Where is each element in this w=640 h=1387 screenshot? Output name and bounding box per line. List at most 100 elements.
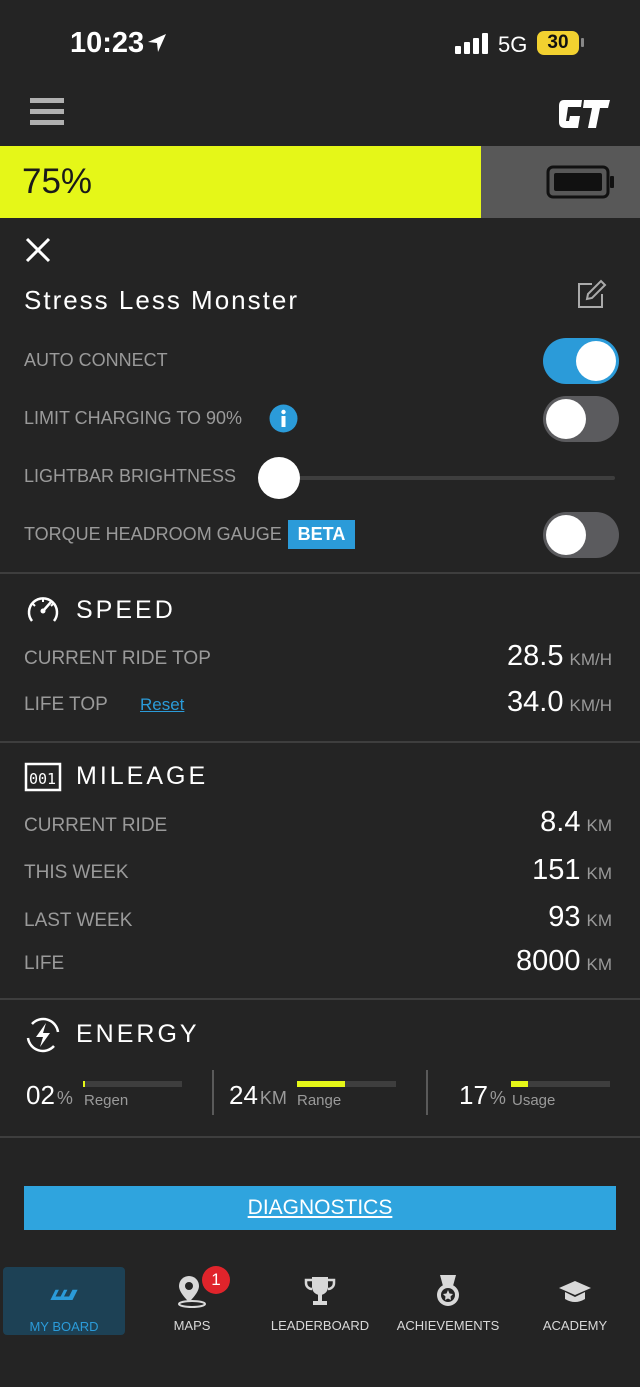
life-top-value: 34.0 KM/H <box>507 686 612 719</box>
life-value: 8000 KM <box>516 945 612 978</box>
auto-connect-label: AUTO CONNECT <box>24 350 168 370</box>
range-bar <box>297 1081 396 1087</box>
usage-bar <box>511 1081 610 1087</box>
diagnostics-button[interactable]: DIAGNOSTICS <box>24 1186 616 1230</box>
last-week-unit: KM <box>586 911 613 930</box>
last-week-number: 93 <box>548 901 581 933</box>
tab-label: ACADEMY <box>542 1318 608 1333</box>
this-week-number: 151 <box>532 854 581 886</box>
tab-academy[interactable]: ACADEMY <box>513 1262 637 1334</box>
signal-icon <box>455 32 489 54</box>
regen-label: Regen <box>84 1092 129 1109</box>
svg-text:001: 001 <box>29 770 56 788</box>
torque-headroom-toggle[interactable] <box>543 512 619 558</box>
lightbar-brightness-track[interactable] <box>279 476 615 480</box>
energy-separator <box>426 1070 428 1115</box>
regen-bar <box>83 1081 182 1087</box>
life-number: 8000 <box>515 945 581 977</box>
current-ride-number: 8.4 <box>540 806 581 838</box>
maps-notification-badge: 1 <box>202 1266 230 1294</box>
life-top-label: LIFE TOP <box>24 694 108 715</box>
regen-unit: % <box>56 1088 73 1108</box>
last-week-label: LAST WEEK <box>24 910 133 931</box>
tab-maps[interactable]: MAPS <box>130 1262 254 1334</box>
regen-bar-fill <box>83 1081 85 1087</box>
energy-bolt-icon <box>26 1017 60 1053</box>
this-week-label: THIS WEEK <box>24 862 129 883</box>
odometer-icon: 001 <box>24 762 62 792</box>
lightbar-brightness-label: LIGHTBAR BRIGHTNESS <box>24 466 237 486</box>
top-nav <box>0 90 640 146</box>
tab-label: ACHIEVEMENTS <box>396 1318 500 1333</box>
trophy-icon <box>304 1277 336 1305</box>
divider <box>0 741 640 743</box>
this-week-unit: KM <box>586 864 613 883</box>
bottom-tab-bar: MY BOARD MAPS LEADERBOARD ACHIEVEMENTS A… <box>0 1262 640 1335</box>
auto-connect-toggle[interactable] <box>543 338 619 384</box>
regen-number: 02 <box>26 1080 55 1110</box>
usage-number: 17 <box>459 1080 488 1110</box>
range-value: 24 KM <box>229 1080 287 1111</box>
board-icon <box>50 1289 78 1300</box>
current-ride-top-label: CURRENT RIDE TOP <box>24 648 211 669</box>
life-top-unit: KM/H <box>569 696 613 715</box>
reset-link[interactable]: Reset <box>140 695 184 715</box>
life-unit: KM <box>586 955 613 974</box>
mileage-title: MILEAGE <box>76 762 209 790</box>
tab-label: LEADERBOARD <box>270 1318 370 1333</box>
status-time: 10:23 <box>70 27 145 59</box>
current-ride-label: CURRENT RIDE <box>24 815 168 836</box>
current-ride-top-unit: KM/H <box>569 650 613 669</box>
life-label: LIFE <box>24 953 65 974</box>
menu-icon[interactable] <box>30 98 64 126</box>
limit-charging-toggle[interactable] <box>543 396 619 442</box>
range-unit: KM <box>259 1088 287 1108</box>
usage-value: 17% <box>459 1080 506 1111</box>
phone-battery-icon: 30 <box>537 31 579 55</box>
lightbar-brightness-slider[interactable] <box>258 457 300 499</box>
board-name: Stress Less Monster <box>24 285 299 315</box>
range-number: 24 <box>229 1080 258 1110</box>
edit-icon[interactable] <box>575 279 607 311</box>
beta-badge: BETA <box>288 520 355 549</box>
phone-battery-nub <box>581 38 584 47</box>
range-label: Range <box>297 1092 342 1109</box>
gt-logo-icon <box>559 100 610 128</box>
energy-separator <box>212 1070 214 1115</box>
regen-value: 02% <box>26 1080 73 1111</box>
close-icon[interactable] <box>24 236 52 264</box>
usage-label: Usage <box>512 1092 556 1109</box>
speedometer-icon <box>27 597 59 622</box>
location-arrow-icon <box>148 34 166 52</box>
speed-title: SPEED <box>76 596 176 624</box>
torque-headroom-label: TORQUE HEADROOM GAUGE <box>24 524 282 544</box>
tab-my-board[interactable]: MY BOARD <box>3 1267 125 1335</box>
current-ride-top-number: 28.5 <box>507 640 564 672</box>
network-type: 5G <box>498 32 528 57</box>
divider <box>0 998 640 1000</box>
divider <box>0 572 640 574</box>
limit-charging-label: LIMIT CHARGING TO 90% <box>24 408 243 428</box>
range-bar-fill <box>297 1081 345 1087</box>
medal-icon <box>437 1275 459 1306</box>
tab-label: MAPS <box>173 1318 211 1333</box>
graduation-cap-icon <box>559 1281 591 1302</box>
usage-unit: % <box>489 1088 506 1108</box>
life-top-number: 34.0 <box>507 686 564 718</box>
this-week-value: 151 KM <box>532 854 612 887</box>
battery-percent: 75% <box>22 162 93 201</box>
status-bar: 10:23 5G 30 <box>0 0 640 90</box>
info-icon[interactable] <box>269 404 298 433</box>
divider <box>0 1136 640 1138</box>
energy-title: ENERGY <box>76 1020 200 1048</box>
board-battery-bar: 75% <box>0 146 640 218</box>
tab-leaderboard[interactable]: LEADERBOARD <box>258 1262 382 1334</box>
tab-achievements[interactable]: ACHIEVEMENTS <box>386 1262 510 1334</box>
battery-icon <box>546 165 614 199</box>
current-ride-unit: KM <box>586 816 613 835</box>
current-ride-top-value: 28.5 KM/H <box>507 640 612 673</box>
tab-label: MY BOARD <box>29 1319 99 1334</box>
last-week-value: 93 KM <box>548 901 612 934</box>
current-ride-value: 8.4 KM <box>540 806 612 839</box>
usage-bar-fill <box>511 1081 528 1087</box>
